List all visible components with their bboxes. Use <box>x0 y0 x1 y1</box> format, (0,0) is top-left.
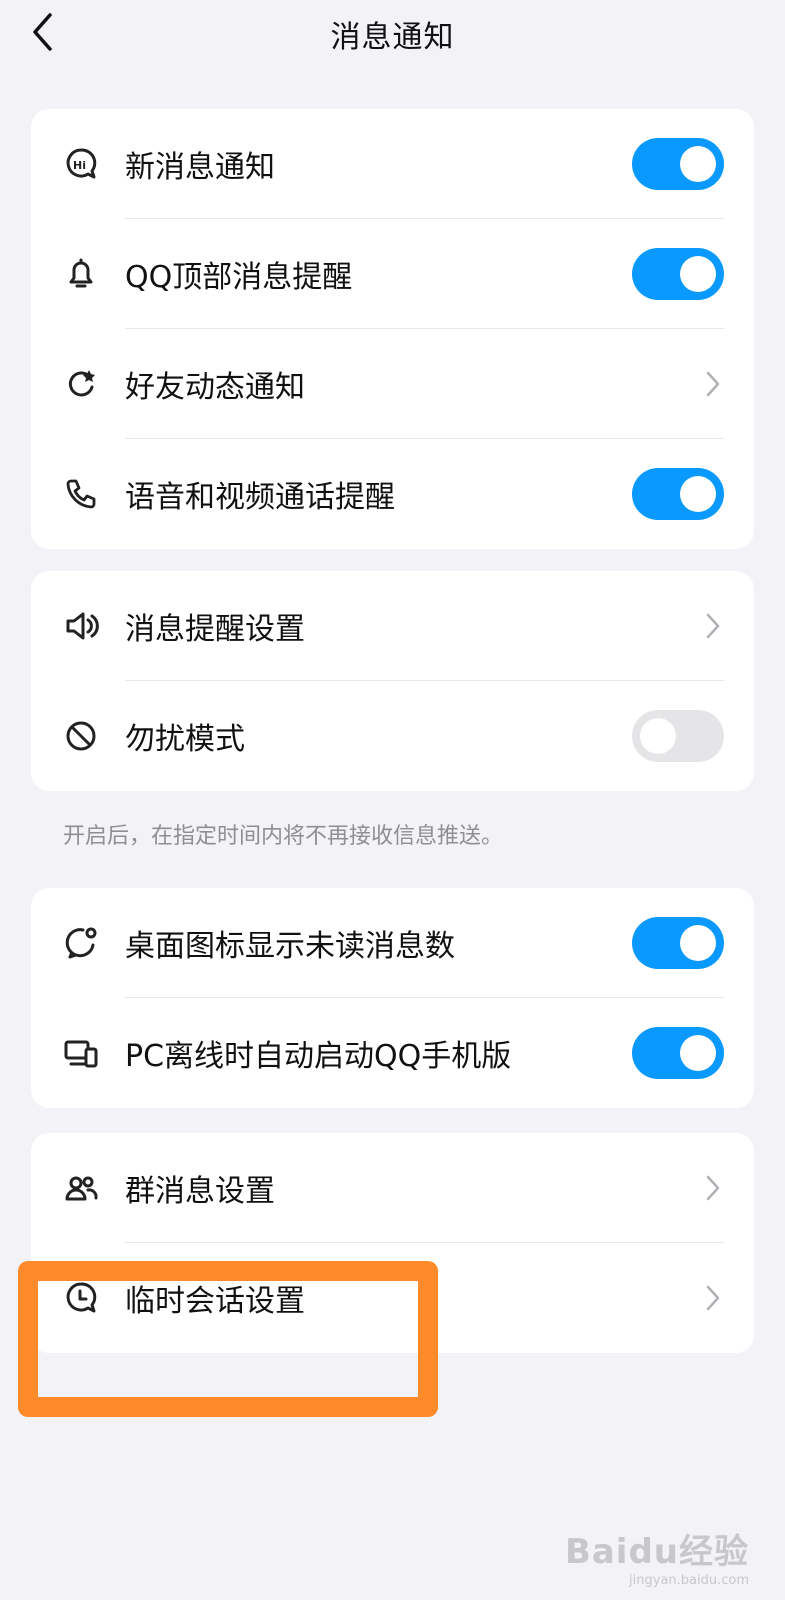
row-label: 桌面图标显示未读消息数 <box>125 929 455 964</box>
badge-toggle[interactable] <box>632 917 724 969</box>
chevron-right-icon <box>702 610 724 642</box>
row-label: 消息提醒设置 <box>125 612 305 647</box>
row-label: 语音和视频通话提醒 <box>125 480 395 515</box>
row-group-message-settings[interactable]: 群消息设置 <box>31 1133 754 1243</box>
row-message-reminder-settings[interactable]: 消息提醒设置 <box>31 571 754 681</box>
top-reminder-toggle[interactable] <box>632 248 724 300</box>
row-label: PC离线时自动启动QQ手机版 <box>125 1039 512 1074</box>
chevron-right-icon <box>702 1172 724 1204</box>
call-reminder-toggle[interactable] <box>632 468 724 520</box>
svg-text:Hi: Hi <box>73 159 86 172</box>
watermark-url: jingyan.baidu.com <box>629 1573 749 1588</box>
chevron-right-icon <box>702 368 724 400</box>
do-not-disturb-hint: 开启后，在指定时间内将不再接收信息推送。 <box>63 824 504 849</box>
row-label: 新消息通知 <box>125 150 275 185</box>
row-label: QQ顶部消息提醒 <box>125 260 353 295</box>
group-icon <box>61 1168 101 1208</box>
page-title: 消息通知 <box>330 20 455 55</box>
settings-card-desktop: 桌面图标显示未读消息数 PC离线时自动启动QQ手机版 <box>31 888 754 1108</box>
row-do-not-disturb[interactable]: 勿扰模式 <box>31 681 754 791</box>
top-bar: 消息通知 <box>0 0 785 64</box>
row-badge-unread-count[interactable]: 桌面图标显示未读消息数 <box>31 888 754 998</box>
do-not-disturb-toggle[interactable] <box>632 710 724 762</box>
row-top-message-reminder[interactable]: QQ顶部消息提醒 <box>31 219 754 329</box>
row-label: 勿扰模式 <box>125 722 245 757</box>
highlight-annotation-box <box>18 1261 438 1417</box>
devices-icon <box>61 1033 101 1073</box>
row-label: 好友动态通知 <box>125 370 305 405</box>
watermark: Baidu经验 jingyan.baidu.com <box>565 1524 749 1588</box>
bell-icon <box>61 254 101 294</box>
row-label: 群消息设置 <box>125 1174 275 1209</box>
row-call-reminder[interactable]: 语音和视频通话提醒 <box>31 439 754 549</box>
refresh-star-icon <box>61 364 101 404</box>
settings-card-reminder: 消息提醒设置 勿扰模式 <box>31 571 754 791</box>
new-message-toggle[interactable] <box>632 138 724 190</box>
pc-offline-toggle[interactable] <box>632 1027 724 1079</box>
row-friend-feed-notification[interactable]: 好友动态通知 <box>31 329 754 439</box>
watermark-logo: Baidu经验 <box>564 1532 749 1572</box>
settings-card-notifications: Hi 新消息通知 QQ顶部消息提醒 好友动态通知 语音和视频通话提醒 <box>31 109 754 549</box>
row-new-message-notification[interactable]: Hi 新消息通知 <box>31 109 754 219</box>
no-disturb-icon <box>61 716 101 756</box>
row-pc-offline-auto-start[interactable]: PC离线时自动启动QQ手机版 <box>31 998 754 1108</box>
speaker-icon <box>61 606 101 646</box>
chevron-right-icon <box>702 1282 724 1314</box>
phone-icon <box>61 474 101 514</box>
hi-bubble-icon: Hi <box>61 144 101 184</box>
badge-bubble-icon <box>61 923 101 963</box>
